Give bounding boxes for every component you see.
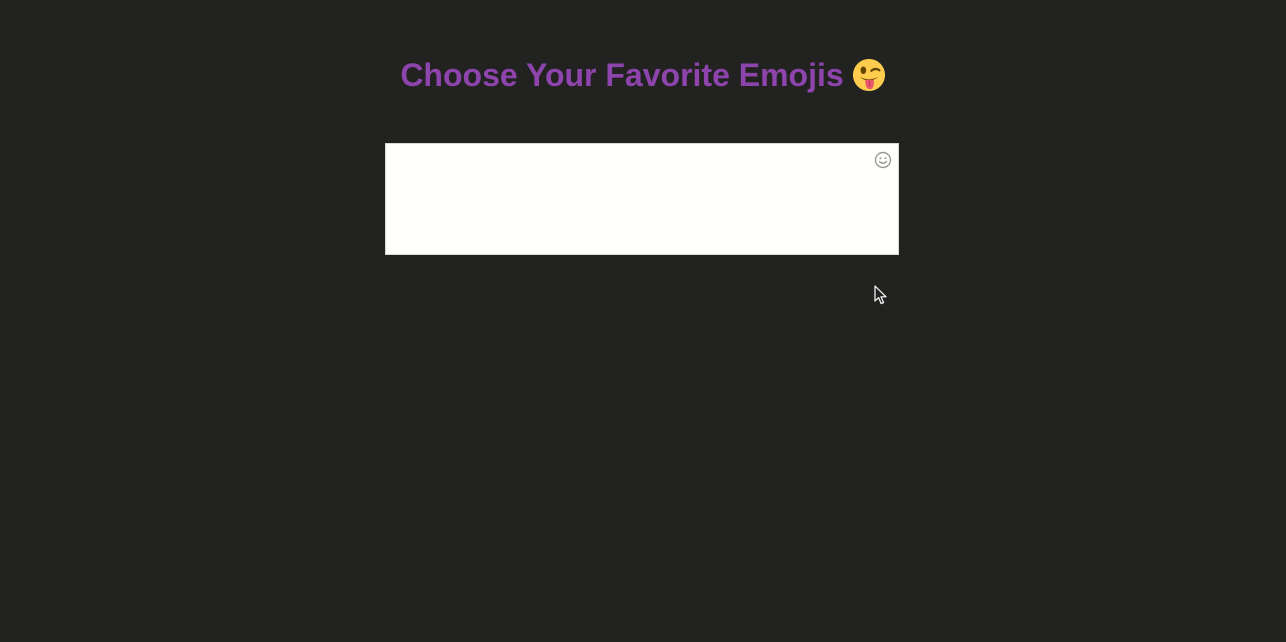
page-title-text: Choose Your Favorite Emojis	[400, 57, 844, 93]
page: Choose Your Favorite Emojis	[0, 0, 1286, 642]
page-title: Choose Your Favorite Emojis	[0, 52, 1286, 98]
emoji-input-container	[385, 143, 899, 255]
emoji-input[interactable]	[386, 144, 898, 254]
smiley-icon	[874, 151, 892, 169]
mouse-pointer-icon	[874, 285, 887, 305]
emoji-picker-button[interactable]	[874, 151, 892, 169]
winking-face-with-tongue-icon	[852, 58, 885, 92]
